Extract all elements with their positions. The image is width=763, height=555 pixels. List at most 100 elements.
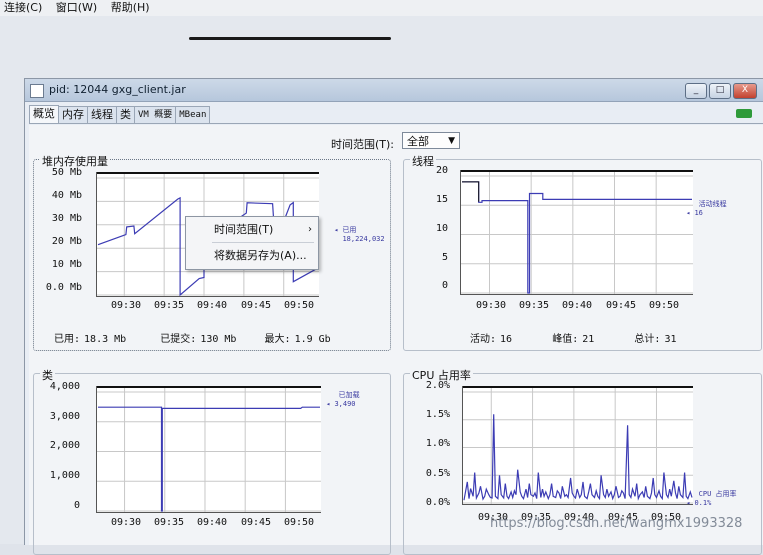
heap-x-tick: 09:45: [240, 300, 272, 311]
cpu-legend-value: 0.1%: [694, 499, 712, 507]
legend-marker-icon: ◂: [686, 499, 691, 507]
jconsole-window: pid: 12044 gxg_client.jar _ □ X 概览 内存 线程类 V…: [24, 78, 763, 555]
heap-max-value: 1.9 Gb: [294, 334, 331, 345]
threads-plot: [460, 170, 693, 295]
threads-x-tick: 09:30: [475, 300, 507, 311]
connection-plug-icon: [736, 109, 752, 118]
heap-y-tick: 10 Mb: [51, 259, 82, 270]
tab-threads[interactable]: 线程: [87, 106, 117, 123]
threads-y-tick: 0: [441, 280, 448, 291]
classes-chart-svg: [97, 386, 321, 512]
restore-button[interactable]: □: [709, 83, 731, 99]
time-range-select[interactable]: 全部 ▼: [402, 132, 460, 149]
classes-panel[interactable]: 类 4,000 3,000 2,000 1,000 0 09:30 09:35 …: [33, 367, 391, 555]
tab-mbean[interactable]: MBean: [175, 106, 211, 123]
window-title: pid: 12044 gxg_client.jar: [49, 83, 186, 96]
time-range-value: 全部: [407, 135, 429, 148]
heap-x-tick: 09:30: [110, 300, 142, 311]
threads-legend-value: 16: [694, 209, 703, 217]
legend-marker-icon: ◂: [326, 400, 331, 408]
desktop-dash: [189, 37, 391, 40]
heap-committed-value: 130 Mb: [200, 334, 237, 345]
threads-x-tick: 09:45: [605, 300, 637, 311]
threads-y-tick: 20: [435, 165, 448, 176]
threads-peak-value: 21: [582, 334, 595, 345]
heap-y-tick: 50 Mb: [51, 167, 82, 178]
window-titlebar[interactable]: pid: 12044 gxg_client.jar _ □ X: [25, 79, 763, 102]
cpu-y-tick: 0.0%: [425, 497, 450, 508]
heap-used-label: 已用:: [54, 334, 81, 345]
context-menu-separator: [212, 242, 314, 243]
cpu-y-tick: 0.5%: [425, 468, 450, 479]
heap-x-tick: 09:40: [196, 300, 228, 311]
heap-stats: 已用: 18.3 Mb 已提交: 130 Mb 最大: 1.9 Gb: [54, 330, 335, 345]
tab-memory[interactable]: 内存: [58, 106, 88, 123]
context-menu-item-time-range[interactable]: 时间范围(T) ›: [186, 219, 318, 241]
tab-classes[interactable]: 类: [116, 106, 135, 123]
tab-overview[interactable]: 概览: [29, 105, 59, 123]
cpu-legend-name: CPU 占用率: [698, 490, 737, 498]
menu-connect[interactable]: 连接(C): [0, 0, 48, 15]
classes-legend-name: 已加载: [338, 391, 360, 399]
cpu-chart-svg: [463, 386, 693, 504]
classes-plot: [96, 386, 321, 513]
threads-live-value: 16: [500, 334, 513, 345]
threads-live-label: 活动:: [470, 334, 497, 345]
overview-content: 时间范围(T): 全部 ▼ 堆内存使用量 50 Mb 40 Mb 30 Mb 2…: [29, 125, 763, 555]
cpu-y-tick: 1.5%: [425, 409, 450, 420]
threads-total-label: 总计:: [634, 334, 661, 345]
threads-peak-label: 峰值:: [552, 334, 579, 345]
classes-x-tick: 09:30: [110, 517, 142, 528]
classes-y-tick: 3,000: [49, 411, 80, 422]
classes-x-tick: 09:45: [240, 517, 272, 528]
context-menu-save-label: 将数据另存为(A)...: [214, 249, 307, 262]
heap-y-tick: 20 Mb: [51, 236, 82, 247]
heap-max-label: 最大:: [264, 334, 291, 345]
threads-legend: 活动线程 ◂ 16: [686, 200, 727, 218]
menu-bar: 连接(C) 窗口(W) 帮助(H): [0, 0, 763, 17]
heap-x-tick: 09:35: [153, 300, 185, 311]
peak-line: [462, 181, 480, 202]
classes-legend-value: 3,490: [334, 400, 356, 408]
heap-y-tick: 30 Mb: [51, 213, 82, 224]
cpu-y-tick: 1.0%: [425, 438, 450, 449]
threads-x-tick: 09:35: [518, 300, 550, 311]
classes-y-tick: 1,000: [49, 470, 80, 481]
chevron-down-icon: ▼: [448, 136, 455, 146]
heap-legend-value: 18,224,032: [342, 235, 385, 243]
threads-chart-svg: [461, 170, 693, 294]
menu-help[interactable]: 帮助(H): [107, 0, 156, 15]
classes-y-tick: 4,000: [49, 381, 80, 392]
threads-y-tick: 10: [435, 223, 448, 234]
heap-used-value: 18.3 Mb: [84, 334, 127, 345]
heap-y-tick: 40 Mb: [51, 190, 82, 201]
cpu-legend: CPU 占用率 ◂ 0.1%: [686, 490, 737, 508]
tab-bar: 概览 内存 线程类 VM 概要 MBean: [29, 105, 763, 124]
threads-x-tick: 09:40: [561, 300, 593, 311]
series-line: [463, 414, 693, 501]
threads-y-tick: 5: [441, 252, 448, 263]
context-menu-time-range-label: 时间范围(T): [214, 223, 274, 236]
classes-y-tick: 2,000: [49, 440, 80, 451]
cpu-y-tick: 2.0%: [425, 380, 450, 391]
menu-window[interactable]: 窗口(W): [52, 0, 103, 15]
submenu-arrow-icon: ›: [308, 224, 312, 235]
heap-y-tick: 0.0 Mb: [45, 282, 82, 293]
chart-context-menu: 时间范围(T) › 将数据另存为(A)...: [185, 216, 319, 270]
classes-x-tick: 09:40: [196, 517, 228, 528]
heap-x-tick: 09:50: [283, 300, 315, 311]
threads-total-value: 31: [664, 334, 677, 345]
minimize-button[interactable]: _: [685, 83, 707, 99]
tab-vm-summary[interactable]: VM 概要: [134, 106, 177, 123]
time-range-label: 时间范围(T):: [331, 138, 395, 151]
close-button[interactable]: X: [733, 83, 757, 99]
watermark-text: https://blog.csdn.net/wangmx1993328: [490, 516, 743, 531]
series-line: [462, 181, 692, 294]
threads-panel[interactable]: 线程 20 15 10 5 0 09:30 09:35 09:40 09:45 …: [403, 153, 762, 351]
classes-legend: 已加载 ◂ 3,490: [326, 391, 360, 409]
heap-legend: ◂ 已用 18,224,032: [334, 226, 385, 244]
threads-legend-name: 活动线程: [698, 200, 727, 208]
java-cup-icon: [30, 84, 44, 98]
context-menu-item-save-data[interactable]: 将数据另存为(A)...: [186, 245, 318, 267]
threads-x-tick: 09:50: [648, 300, 680, 311]
